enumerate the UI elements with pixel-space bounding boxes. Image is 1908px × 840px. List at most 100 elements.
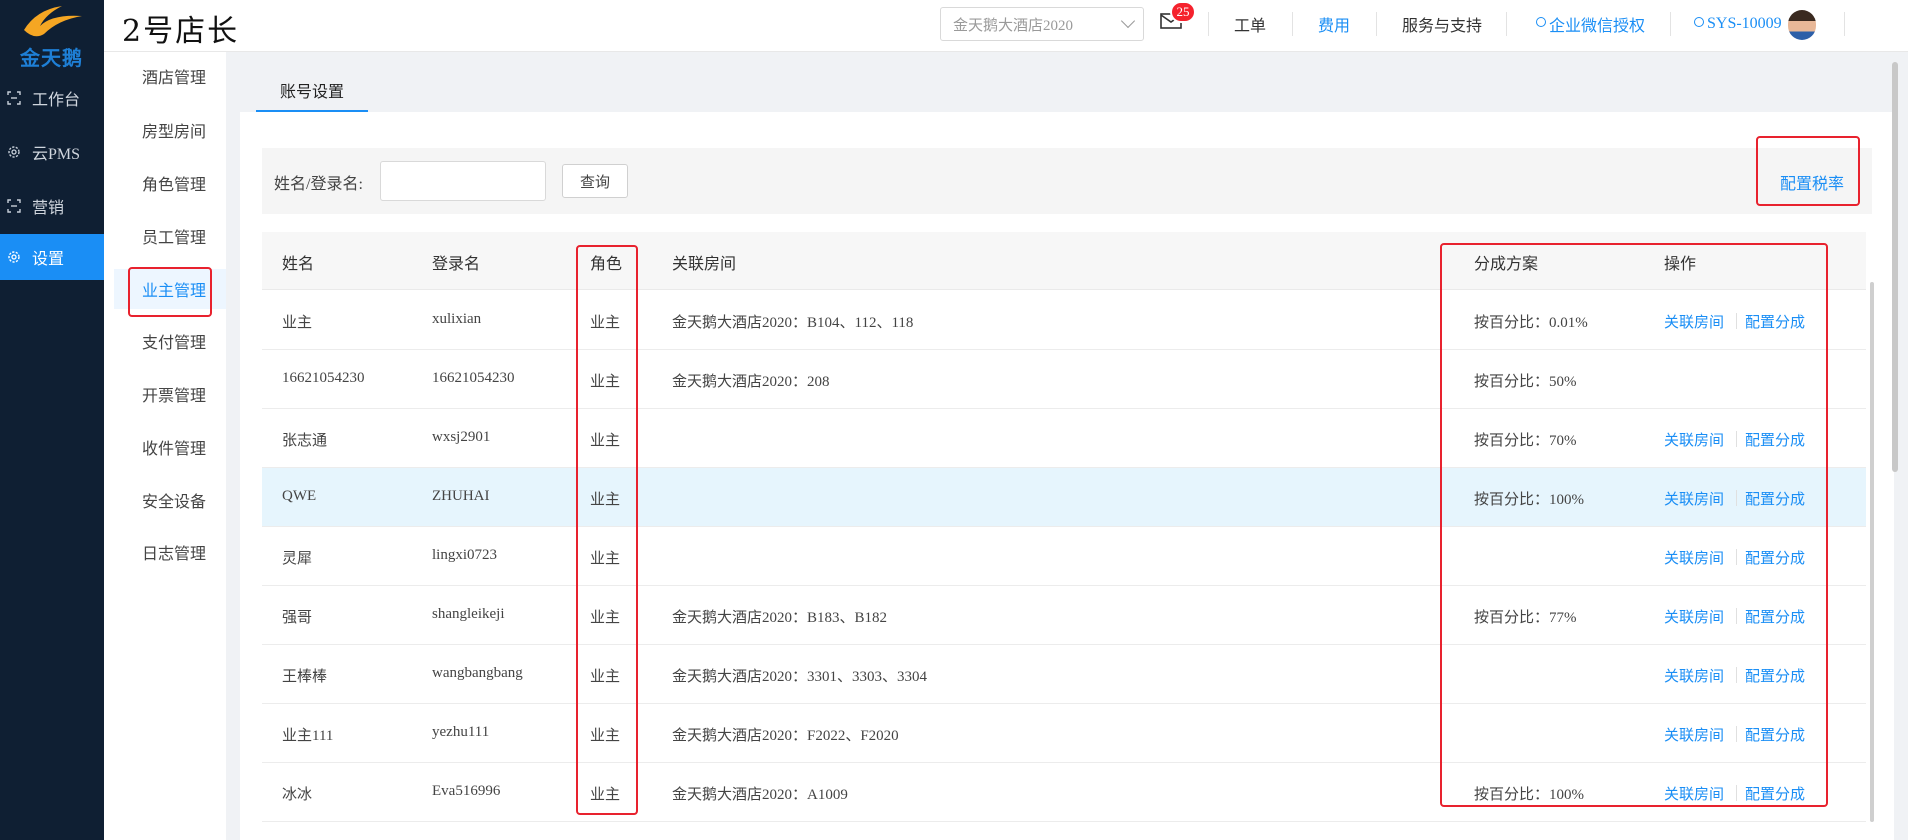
brand-title: 2号店长: [122, 14, 240, 49]
nav-label: 工作台: [32, 92, 81, 109]
page-scrollbar[interactable]: [1892, 62, 1898, 472]
hotel-select[interactable]: 金天鹅大酒店2020: [940, 7, 1144, 41]
cell-name: 业主: [282, 315, 313, 331]
configure-share-button[interactable]: 配置分成: [1745, 665, 1805, 686]
search-label: 姓名/登录名:: [274, 176, 363, 193]
divider: [1292, 12, 1293, 36]
cell-login: ZHUHAI: [432, 488, 490, 504]
user-menu[interactable]: SYS-10009: [1694, 0, 1782, 48]
avatar[interactable]: [1788, 10, 1816, 40]
wechat-auth-link[interactable]: 企业微信授权: [1536, 0, 1645, 48]
cell-role: 业主: [590, 728, 621, 744]
fees-link[interactable]: 费用: [1318, 0, 1350, 48]
cell-plan: 按百分比：100%: [1474, 787, 1584, 803]
cell-login: yezhu111: [432, 724, 490, 740]
nav-workbench[interactable]: 工作台: [0, 74, 104, 122]
main-content: 账号设置 姓名/登录名: 查询 配置税率 姓名 登录名 角色 关联房间 分成方案…: [240, 52, 1894, 840]
divider: [1736, 490, 1737, 506]
cell-login: wangbangbang: [432, 665, 523, 681]
nav-settings[interactable]: 设置: [0, 234, 104, 280]
submenu-item-receipt[interactable]: 收件管理: [104, 427, 226, 467]
configure-share-button[interactable]: 配置分成: [1745, 311, 1805, 332]
query-button[interactable]: 查询: [562, 164, 628, 198]
divider: [1506, 12, 1507, 36]
gear-icon: [6, 144, 22, 160]
configure-share-button[interactable]: 配置分成: [1745, 724, 1805, 745]
column-header-login: 登录名: [432, 256, 481, 273]
cell-plan: 按百分比：77%: [1474, 610, 1577, 626]
tab-account-settings[interactable]: 账号设置: [256, 70, 369, 112]
cell-role: 业主: [590, 492, 621, 508]
column-header-plan: 分成方案: [1474, 256, 1539, 273]
cell-role: 业主: [590, 374, 621, 390]
wechat-auth-label: 企业微信授权: [1549, 18, 1646, 35]
cell-login: shangleikeji: [432, 606, 505, 622]
cell-login: 16621054230: [432, 370, 515, 386]
divider: [1208, 12, 1209, 36]
divider: [1736, 313, 1737, 329]
cell-name: 业主111: [282, 728, 334, 744]
tab-bar: 账号设置: [240, 52, 1894, 112]
submenu-item-room-types[interactable]: 房型房间: [104, 110, 226, 150]
table-row: 强哥 shangleikeji 业主 金天鹅大酒店2020：B183、B182 按百分比…: [262, 586, 1866, 645]
submenu-item-hotel[interactable]: 酒店管理: [104, 56, 226, 96]
link-room-button[interactable]: 关联房间: [1664, 488, 1724, 509]
workorder-link[interactable]: 工单: [1234, 0, 1266, 48]
divider: [1736, 608, 1737, 624]
search-input[interactable]: [380, 161, 546, 201]
cell-role: 业主: [590, 551, 621, 567]
cell-rooms: 金天鹅大酒店2020：B183、B182: [672, 610, 888, 626]
divider: [1844, 12, 1845, 36]
cell-plan: 按百分比：100%: [1474, 492, 1584, 508]
submenu-item-owners[interactable]: 业主管理: [114, 269, 226, 309]
logo-text: 金天鹅: [20, 48, 83, 70]
cell-rooms: 金天鹅大酒店2020：F2022、F2020: [672, 728, 899, 744]
submenu-item-staff[interactable]: 员工管理: [104, 216, 226, 256]
configure-share-button[interactable]: 配置分成: [1745, 488, 1805, 509]
configure-share-button[interactable]: 配置分成: [1745, 606, 1805, 627]
submenu-item-roles[interactable]: 角色管理: [104, 163, 226, 203]
submenu-item-security[interactable]: 安全设备: [104, 480, 226, 520]
configure-share-button[interactable]: 配置分成: [1745, 547, 1805, 568]
column-header-ops: 操作: [1664, 256, 1697, 273]
cell-role: 业主: [590, 433, 621, 449]
cell-role: 业主: [590, 787, 621, 803]
submenu-item-payment[interactable]: 支付管理: [104, 321, 226, 361]
cell-rooms: 金天鹅大酒店2020：208: [672, 374, 830, 390]
link-room-button[interactable]: 关联房间: [1664, 606, 1724, 627]
nav-marketing[interactable]: 营销: [0, 182, 104, 230]
table-scrollbar[interactable]: [1870, 282, 1874, 822]
chevron-down-icon: [1120, 13, 1136, 29]
submenu-item-logs[interactable]: 日志管理: [104, 532, 226, 572]
link-room-button[interactable]: 关联房间: [1664, 665, 1724, 686]
user-icon: [1694, 17, 1704, 27]
cell-name: 16621054230: [282, 370, 365, 386]
top-header: 2号店长 金天鹅大酒店2020 25 工单 费用 服务与支持 企业微信授权 SY…: [104, 0, 1908, 52]
link-room-button[interactable]: 关联房间: [1664, 311, 1724, 332]
submenu-item-invoice[interactable]: 开票管理: [104, 374, 226, 414]
search-bar: 姓名/登录名: 查询 配置税率: [262, 148, 1872, 214]
nav-cloud-pms[interactable]: 云PMS: [0, 128, 104, 176]
cell-plan: 按百分比：0.01%: [1474, 315, 1588, 331]
cell-name: 灵犀: [282, 551, 313, 567]
support-link[interactable]: 服务与支持: [1402, 0, 1482, 48]
main-sidebar: 金天鹅 工作台 云PMS 营销 设置: [0, 0, 104, 840]
link-room-button[interactable]: 关联房间: [1664, 429, 1724, 450]
configure-share-button[interactable]: 配置分成: [1745, 429, 1805, 450]
link-room-button[interactable]: 关联房间: [1664, 547, 1724, 568]
column-header-rooms: 关联房间: [672, 256, 737, 273]
cell-plan: 按百分比：50%: [1474, 374, 1577, 390]
link-room-button[interactable]: 关联房间: [1664, 783, 1724, 804]
configure-tax-link[interactable]: 配置税率: [1780, 170, 1844, 194]
cell-role: 业主: [590, 669, 621, 685]
link-room-button[interactable]: 关联房间: [1664, 724, 1724, 745]
configure-share-button[interactable]: 配置分成: [1745, 783, 1805, 804]
cell-name: 强哥: [282, 610, 313, 626]
cell-role: 业主: [590, 315, 621, 331]
column-header-name: 姓名: [282, 256, 315, 273]
divider: [1736, 431, 1737, 447]
table-row: 业主 xulixian 业主 金天鹅大酒店2020：B104、112、118 按百分比：…: [262, 291, 1866, 350]
column-header-role: 角色: [590, 256, 623, 273]
cell-plan: 按百分比：70%: [1474, 433, 1577, 449]
settings-submenu: 酒店管理 房型房间 角色管理 员工管理 业主管理 支付管理 开票管理 收件管理 …: [104, 52, 226, 840]
